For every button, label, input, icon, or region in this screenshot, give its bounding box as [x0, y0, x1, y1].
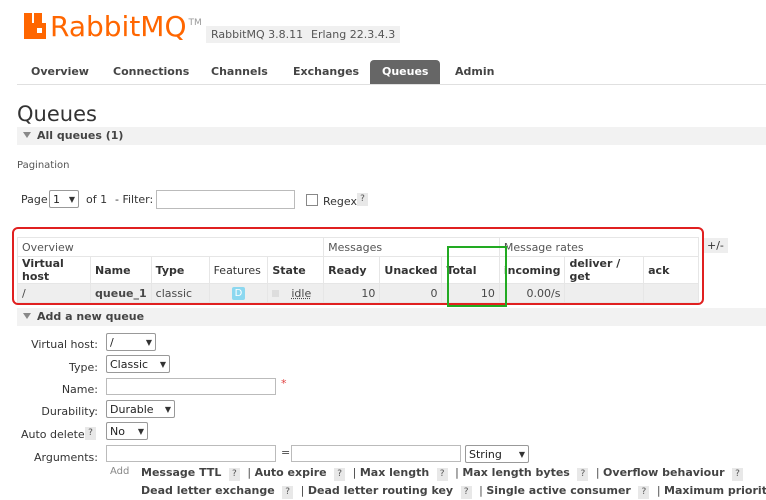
- brand-name: RabbitMQ: [50, 9, 187, 43]
- arg-auto-expire[interactable]: Auto expire: [255, 466, 327, 479]
- durability-label: Durability:: [41, 405, 98, 418]
- durability-select-value: Durable: [110, 402, 154, 416]
- tab-queues[interactable]: Queues: [370, 60, 441, 84]
- rabbit-logo-icon: [24, 13, 46, 39]
- chevron-down-icon: ▼: [145, 337, 152, 347]
- rabbitmq-version: RabbitMQ 3.8.11: [206, 26, 309, 43]
- argument-type-select[interactable]: String ▼: [465, 445, 529, 463]
- chevron-down-icon: ▼: [137, 426, 144, 436]
- regex-label: Regex: [323, 195, 357, 208]
- regex-help-icon[interactable]: ?: [357, 193, 368, 206]
- queue-name-input[interactable]: [106, 378, 276, 395]
- type-select-value: Classic: [110, 357, 149, 371]
- pagination-label: Pagination: [17, 160, 70, 171]
- arg-maximum-priority[interactable]: Maximum priority: [664, 484, 766, 497]
- tab-overview[interactable]: Overview: [19, 60, 101, 84]
- help-icon[interactable]: ?: [334, 468, 346, 481]
- arguments-label: Arguments:: [33, 451, 98, 464]
- green-highlight-box: [447, 246, 507, 307]
- filter-input[interactable]: [156, 190, 295, 209]
- brand-tm: TM: [188, 18, 202, 28]
- page-of-label: of 1: [86, 193, 108, 206]
- main-tabs: Overview Connections Channels Exchanges …: [17, 60, 766, 85]
- all-queues-toggle[interactable]: All queues (1): [17, 127, 766, 145]
- arg-message-ttl[interactable]: Message TTL: [141, 466, 221, 479]
- arg-dead-letter-routing-key[interactable]: Dead letter routing key: [308, 484, 453, 497]
- all-queues-label: All queues (1): [37, 129, 124, 142]
- help-icon[interactable]: ?: [638, 486, 650, 499]
- collapse-triangle-icon: [23, 313, 31, 319]
- tab-admin[interactable]: Admin: [443, 60, 506, 84]
- tab-exchanges[interactable]: Exchanges: [281, 60, 371, 84]
- chevron-down-icon: ▼: [164, 404, 171, 414]
- filter-label: - Filter:: [115, 193, 154, 206]
- arg-single-active-consumer[interactable]: Single active consumer: [486, 484, 631, 497]
- help-icon[interactable]: ?: [282, 486, 294, 499]
- name-label: Name:: [61, 383, 98, 396]
- page-select-value: 1: [53, 192, 60, 206]
- rabbitmq-logo: RabbitMQ TM: [24, 9, 202, 43]
- argument-shortcuts-row-1: Message TTL ? | Auto expire ? | Max leng…: [141, 466, 747, 481]
- vhost-select[interactable]: / ▼: [106, 333, 156, 351]
- autodelete-label: Auto delete:: [21, 428, 89, 441]
- vhost-label: Virtual host:: [31, 338, 98, 351]
- red-highlight-box: [12, 227, 704, 305]
- argument-type-value: String: [469, 447, 502, 461]
- equals-sign: =: [281, 446, 291, 459]
- help-icon[interactable]: ?: [436, 468, 448, 481]
- columns-toggle-button[interactable]: +/-: [703, 238, 728, 253]
- erlang-version: Erlang 22.3.4.3: [306, 26, 401, 43]
- tab-channels[interactable]: Channels: [199, 60, 280, 84]
- chevron-down-icon: ▼: [68, 194, 75, 204]
- page-title: Queues: [17, 102, 97, 126]
- page-select[interactable]: 1 ▼: [49, 190, 79, 208]
- autodelete-select[interactable]: No ▼: [106, 422, 148, 440]
- argument-shortcuts-row-2: Dead letter exchange ? | Dead letter rou…: [141, 484, 766, 499]
- arg-max-length[interactable]: Max length: [360, 466, 429, 479]
- add-queue-toggle[interactable]: Add a new queue: [17, 308, 766, 326]
- regex-checkbox[interactable]: [306, 194, 318, 206]
- help-icon[interactable]: ?: [228, 468, 240, 481]
- page-label: Page: [21, 193, 48, 206]
- autodelete-select-value: No: [110, 424, 125, 438]
- argument-key-input[interactable]: [106, 445, 276, 462]
- vhost-select-value: /: [110, 335, 114, 349]
- add-label: Add: [110, 466, 130, 477]
- help-icon[interactable]: ?: [577, 468, 589, 481]
- chevron-down-icon: ▼: [518, 449, 525, 459]
- arg-overflow-behaviour[interactable]: Overflow behaviour: [603, 466, 724, 479]
- type-label: Type:: [69, 361, 98, 374]
- arg-dead-letter-exchange[interactable]: Dead letter exchange: [141, 484, 275, 497]
- collapse-triangle-icon: [23, 132, 31, 138]
- durability-select[interactable]: Durable ▼: [106, 400, 175, 418]
- add-queue-title: Add a new queue: [37, 310, 145, 323]
- argument-value-input[interactable]: [291, 445, 461, 462]
- help-icon[interactable]: ?: [732, 468, 743, 481]
- type-select[interactable]: Classic ▼: [106, 355, 170, 373]
- required-marker: *: [281, 377, 287, 390]
- chevron-down-icon: ▼: [159, 359, 166, 369]
- autodelete-help-icon[interactable]: ?: [85, 427, 96, 440]
- tab-connections[interactable]: Connections: [101, 60, 201, 84]
- arg-max-length-bytes[interactable]: Max length bytes: [462, 466, 569, 479]
- help-icon[interactable]: ?: [460, 486, 472, 499]
